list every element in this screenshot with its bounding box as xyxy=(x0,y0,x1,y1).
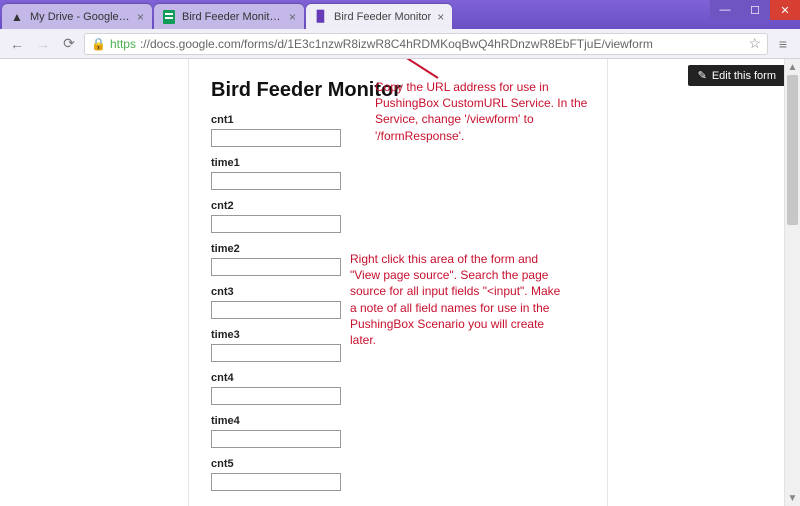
time2-input[interactable] xyxy=(211,258,341,276)
cnt3-input[interactable] xyxy=(211,301,341,319)
tab-sheet[interactable]: Bird Feeder Monitor - Goo × xyxy=(154,4,304,29)
window-controls: — ☐ ✕ xyxy=(710,0,800,20)
field-label: time1 xyxy=(211,157,587,169)
scroll-down-icon[interactable]: ▼ xyxy=(785,490,800,506)
sheets-icon xyxy=(162,10,176,24)
reload-button[interactable]: ⟳ xyxy=(58,33,80,55)
form-field: time1 xyxy=(211,157,587,190)
close-window-button[interactable]: ✕ xyxy=(770,0,800,20)
tab-drive[interactable]: ▲ My Drive - Google Drive × xyxy=(2,4,152,29)
page-viewport: ✎ Edit this form Bird Feeder Monitor cnt… xyxy=(0,59,800,506)
maximize-button[interactable]: ☐ xyxy=(740,0,770,20)
cnt4-input[interactable] xyxy=(211,387,341,405)
form-field: cnt2 xyxy=(211,200,587,233)
tab-label: Bird Feeder Monitor - Goo xyxy=(182,11,283,23)
annotation-source: Right click this area of the form and "V… xyxy=(350,251,570,348)
pencil-icon: ✎ xyxy=(698,69,707,82)
minimize-button[interactable]: — xyxy=(710,0,740,20)
chrome-menu-button[interactable]: ≡ xyxy=(772,33,794,55)
scrollbar-track[interactable] xyxy=(785,75,800,490)
tab-form-active[interactable]: ▉ Bird Feeder Monitor × xyxy=(306,4,452,29)
cnt2-input[interactable] xyxy=(211,215,341,233)
close-icon[interactable]: × xyxy=(437,10,444,24)
scroll-up-icon[interactable]: ▲ xyxy=(785,59,800,75)
field-label: cnt5 xyxy=(211,458,587,470)
field-label: cnt4 xyxy=(211,372,587,384)
close-icon[interactable]: × xyxy=(137,10,144,24)
cnt1-input[interactable] xyxy=(211,129,341,147)
tab-label: My Drive - Google Drive xyxy=(30,11,131,23)
vertical-scrollbar[interactable]: ▲ ▼ xyxy=(784,59,800,506)
forward-button[interactable]: → xyxy=(32,33,54,55)
form-icon: ▉ xyxy=(314,10,328,24)
annotation-url: Copy the URL address for use in PushingB… xyxy=(375,79,595,144)
scrollbar-thumb[interactable] xyxy=(787,75,798,225)
cnt5-input[interactable] xyxy=(211,473,341,491)
url-path: ://docs.google.com/forms/d/1E3c1nzwR8izw… xyxy=(140,37,744,51)
back-button[interactable]: ← xyxy=(6,33,28,55)
bookmark-star-icon[interactable]: ☆ xyxy=(748,35,761,52)
browser-toolbar: ← → ⟳ 🔒 https ://docs.google.com/forms/d… xyxy=(0,29,800,59)
time1-input[interactable] xyxy=(211,172,341,190)
form-field: time4 xyxy=(211,415,587,448)
field-label: time4 xyxy=(211,415,587,427)
address-bar[interactable]: 🔒 https ://docs.google.com/forms/d/1E3c1… xyxy=(84,33,768,55)
tab-label: Bird Feeder Monitor xyxy=(334,11,431,23)
form-field: cnt4 xyxy=(211,372,587,405)
time3-input[interactable] xyxy=(211,344,341,362)
drive-icon: ▲ xyxy=(10,10,24,24)
lock-icon: 🔒 xyxy=(91,37,106,51)
edit-form-button[interactable]: ✎ Edit this form xyxy=(688,65,786,86)
edit-form-label: Edit this form xyxy=(712,70,776,82)
field-label: cnt2 xyxy=(211,200,587,212)
url-scheme: https xyxy=(110,37,136,51)
browser-titlebar: ▲ My Drive - Google Drive × Bird Feeder … xyxy=(0,0,800,29)
form-field: cnt5 xyxy=(211,458,587,491)
time4-input[interactable] xyxy=(211,430,341,448)
close-icon[interactable]: × xyxy=(289,10,296,24)
